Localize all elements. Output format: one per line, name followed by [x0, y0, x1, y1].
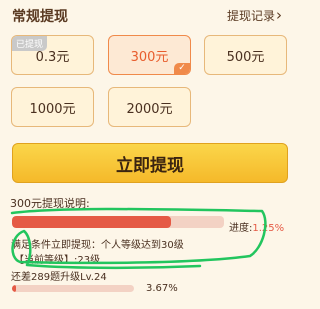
level-progress-percent: 3.67% — [146, 283, 178, 294]
withdraw-now-button[interactable]: 立即提现 — [12, 143, 288, 183]
withdraw-option[interactable]: 2000元 — [108, 87, 191, 127]
option-label: 500元 — [226, 49, 265, 65]
level-progress-bar — [12, 285, 134, 292]
progress-text: 进度: — [229, 223, 253, 234]
withdraw-progress-bar — [12, 216, 224, 228]
option-label: 300元 — [130, 49, 169, 65]
option-label: 2000元 — [126, 101, 173, 117]
withdraw-option[interactable]: 1000元 — [11, 87, 94, 127]
chevron-right-icon: › — [276, 6, 283, 24]
withdraw-record-label: 提现记录 — [227, 9, 276, 23]
check-icon: ✓ — [174, 63, 190, 74]
withdraw-option[interactable]: 500元 — [204, 35, 287, 75]
withdraw-option-selected[interactable]: 300元 ✓ — [108, 35, 191, 75]
remaining-text: 还差289题升级Lv.24 — [11, 272, 107, 283]
current-level-text: 【当前等级】:23级 — [14, 255, 101, 266]
withdraw-record-link[interactable]: 提现记录› — [227, 6, 282, 24]
progress-label: 进度:1.25% — [229, 219, 284, 234]
description-title: 300元提现说明: — [10, 197, 90, 210]
withdraw-progress-fill — [12, 216, 171, 228]
withdraw-option[interactable]: 已提现 0.3元 — [11, 35, 94, 75]
condition-text: 满足条件立即提现：个人等级达到30级 — [11, 240, 184, 251]
level-progress-fill — [12, 285, 17, 292]
withdrawn-badge: 已提现 — [12, 36, 48, 51]
option-label: 1000元 — [29, 101, 76, 117]
page-title: 常规提现 — [12, 9, 68, 25]
progress-percent: 1.25% — [252, 223, 285, 234]
